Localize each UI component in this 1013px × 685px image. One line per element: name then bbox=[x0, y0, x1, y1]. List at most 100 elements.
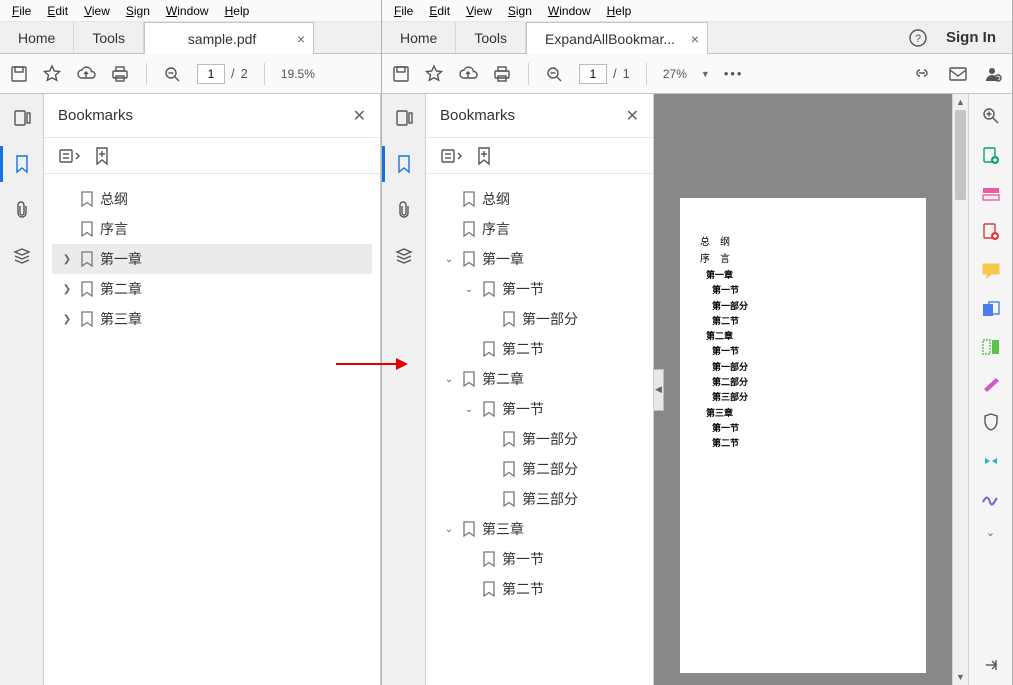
bookmark-item[interactable]: 总纲 bbox=[434, 184, 645, 214]
chevron-right-icon[interactable]: ❯ bbox=[60, 314, 74, 325]
combine-icon[interactable] bbox=[981, 300, 1001, 318]
tab-document[interactable]: ExpandAllBookmar... × bbox=[526, 22, 708, 54]
new-bookmark-icon[interactable] bbox=[476, 146, 492, 166]
star-icon[interactable] bbox=[424, 64, 444, 84]
star-icon[interactable] bbox=[42, 64, 62, 84]
print-icon[interactable] bbox=[492, 65, 512, 83]
zoom-dropdown-icon[interactable]: ▼ bbox=[701, 69, 710, 79]
bookmark-item[interactable]: 第一部分 bbox=[434, 424, 645, 454]
bookmark-item[interactable]: 序言 bbox=[52, 214, 372, 244]
edit-pdf-icon[interactable] bbox=[981, 222, 1001, 242]
bookmarks-icon[interactable] bbox=[392, 152, 416, 176]
page-current-input[interactable] bbox=[197, 64, 225, 84]
bookmark-item[interactable]: 第二节 bbox=[434, 334, 645, 364]
menu-file[interactable]: File bbox=[4, 2, 39, 20]
chevron-down-icon[interactable]: ⌄ bbox=[442, 254, 456, 265]
bookmark-item[interactable]: ⌄第一节 bbox=[434, 274, 645, 304]
scroll-up-icon[interactable]: ▲ bbox=[953, 94, 968, 110]
chevron-right-icon[interactable]: ❯ bbox=[60, 254, 74, 265]
tab-tools[interactable]: Tools bbox=[74, 22, 144, 53]
options-icon[interactable] bbox=[58, 147, 82, 165]
thumbnails-icon[interactable] bbox=[392, 106, 416, 130]
zoom-out-icon[interactable] bbox=[163, 65, 183, 83]
bookmark-item[interactable]: ❯第一章 bbox=[52, 244, 372, 274]
cloud-upload-icon[interactable] bbox=[458, 65, 478, 83]
menu-file[interactable]: File bbox=[386, 2, 421, 20]
bookmark-item[interactable]: ⌄第一节 bbox=[434, 394, 645, 424]
compress-icon[interactable] bbox=[981, 452, 1001, 470]
tab-home[interactable]: Home bbox=[0, 22, 74, 53]
bookmark-item[interactable]: 第二部分 bbox=[434, 454, 645, 484]
protect-icon[interactable] bbox=[982, 412, 1000, 432]
close-panel-icon[interactable]: ✕ bbox=[626, 106, 639, 126]
attachments-icon[interactable] bbox=[392, 198, 416, 222]
layers-icon[interactable] bbox=[392, 244, 416, 268]
bookmark-item[interactable]: 第三部分 bbox=[434, 484, 645, 514]
zoom-level[interactable]: 19.5% bbox=[281, 67, 315, 81]
more-icon[interactable]: ••• bbox=[724, 66, 744, 81]
scroll-down-icon[interactable]: ▼ bbox=[953, 669, 968, 685]
chevron-down-icon[interactable]: ⌄ bbox=[442, 524, 456, 535]
create-pdf-icon[interactable] bbox=[981, 186, 1001, 202]
menu-window[interactable]: Window bbox=[158, 2, 217, 20]
comment-icon[interactable] bbox=[981, 262, 1001, 280]
menu-window[interactable]: Window bbox=[540, 2, 599, 20]
save-icon[interactable] bbox=[392, 65, 410, 83]
attachments-icon[interactable] bbox=[10, 198, 34, 222]
menu-edit[interactable]: Edit bbox=[421, 2, 458, 20]
menu-view[interactable]: View bbox=[76, 2, 118, 20]
collapse-left-icon[interactable]: ◀ bbox=[654, 369, 664, 411]
bookmark-item[interactable]: 第二节 bbox=[434, 574, 645, 604]
bookmark-item[interactable]: 第一节 bbox=[434, 544, 645, 574]
share-link-icon[interactable] bbox=[912, 66, 932, 82]
bookmark-item[interactable]: 序言 bbox=[434, 214, 645, 244]
zoom-out-icon[interactable] bbox=[545, 65, 565, 83]
bookmark-item[interactable]: ❯第三章 bbox=[52, 304, 372, 334]
scroll-thumb[interactable] bbox=[955, 110, 966, 200]
chevron-right-icon[interactable]: ❯ bbox=[60, 284, 74, 295]
help-icon[interactable]: ? bbox=[908, 28, 928, 48]
save-icon[interactable] bbox=[10, 65, 28, 83]
document-scroll[interactable]: 总 纲序 言第一章第一节第一部分第二节第二章第一节第一部分第二部分第三部分第三章… bbox=[654, 94, 952, 685]
share-person-icon[interactable] bbox=[984, 65, 1002, 83]
bookmark-item[interactable]: 第一部分 bbox=[434, 304, 645, 334]
fill-sign-icon[interactable] bbox=[981, 490, 1001, 506]
print-icon[interactable] bbox=[110, 65, 130, 83]
zoom-level[interactable]: 27% bbox=[663, 67, 687, 81]
chevron-down-icon[interactable]: ⌄ bbox=[986, 526, 995, 539]
menu-view[interactable]: View bbox=[458, 2, 500, 20]
menu-edit[interactable]: Edit bbox=[39, 2, 76, 20]
bookmark-item[interactable]: ❯第二章 bbox=[52, 274, 372, 304]
layers-icon[interactable] bbox=[10, 244, 34, 268]
signin-button[interactable]: Sign In bbox=[946, 29, 996, 46]
bookmark-item[interactable]: ⌄第二章 bbox=[434, 364, 645, 394]
new-bookmark-icon[interactable] bbox=[94, 146, 110, 166]
tab-document[interactable]: sample.pdf × bbox=[144, 22, 314, 54]
chevron-down-icon[interactable]: ⌄ bbox=[462, 284, 476, 295]
page-current-input[interactable] bbox=[579, 64, 607, 84]
bookmark-item[interactable]: ⌄第一章 bbox=[434, 244, 645, 274]
collapse-rail-icon[interactable] bbox=[983, 657, 999, 673]
close-icon[interactable]: × bbox=[297, 31, 305, 47]
bookmark-item[interactable]: 总纲 bbox=[52, 184, 372, 214]
tab-tools[interactable]: Tools bbox=[456, 22, 526, 53]
menu-sign[interactable]: Sign bbox=[118, 2, 158, 20]
bookmark-item[interactable]: ⌄第三章 bbox=[434, 514, 645, 544]
email-icon[interactable] bbox=[948, 66, 968, 82]
export-pdf-icon[interactable] bbox=[981, 146, 1001, 166]
menu-help[interactable]: Help bbox=[217, 2, 258, 20]
chevron-down-icon[interactable]: ⌄ bbox=[442, 374, 456, 385]
menu-help[interactable]: Help bbox=[599, 2, 640, 20]
menu-sign[interactable]: Sign bbox=[500, 2, 540, 20]
thumbnails-icon[interactable] bbox=[10, 106, 34, 130]
close-panel-icon[interactable]: ✕ bbox=[353, 106, 366, 126]
close-icon[interactable]: × bbox=[691, 31, 699, 47]
options-icon[interactable] bbox=[440, 147, 464, 165]
redact-icon[interactable] bbox=[981, 376, 1001, 392]
bookmarks-icon[interactable] bbox=[10, 152, 34, 176]
scrollbar-vertical[interactable]: ▲ ▼ bbox=[952, 94, 968, 685]
cloud-upload-icon[interactable] bbox=[76, 65, 96, 83]
chevron-down-icon[interactable]: ⌄ bbox=[462, 404, 476, 415]
tab-home[interactable]: Home bbox=[382, 22, 456, 53]
search-icon[interactable] bbox=[981, 106, 1001, 126]
